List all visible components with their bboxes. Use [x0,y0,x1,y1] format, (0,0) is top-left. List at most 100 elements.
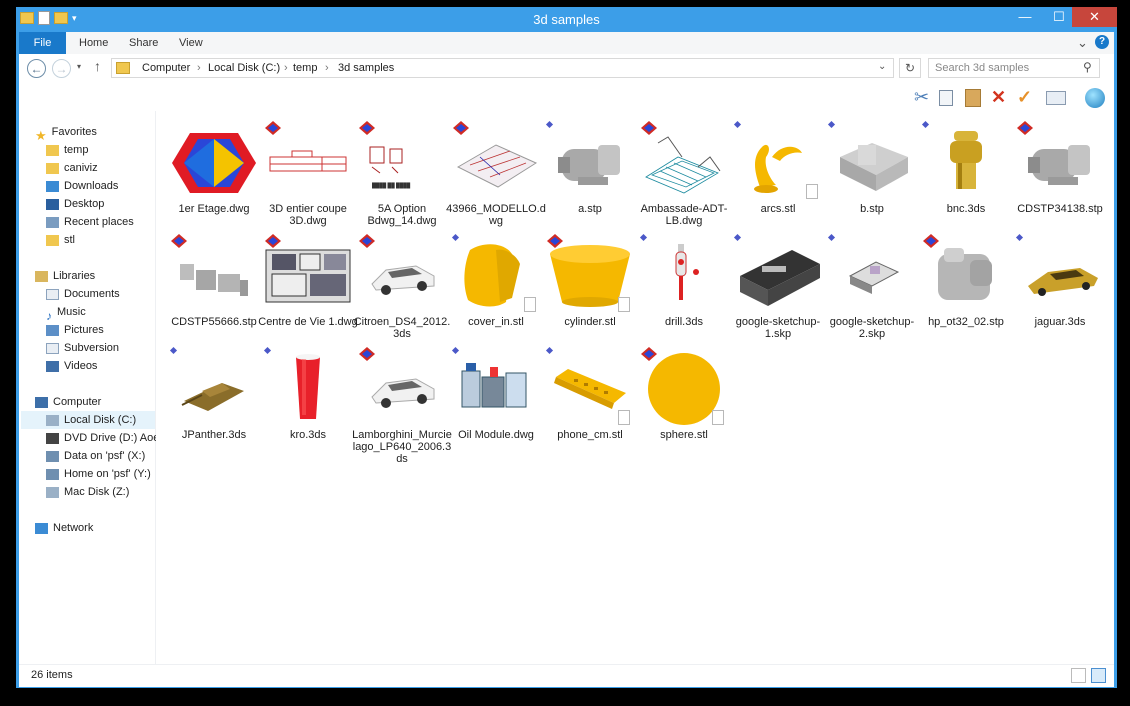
nav-temp[interactable]: temp [46,141,88,159]
nav-videos[interactable]: Videos [46,357,97,375]
file-item[interactable]: sphere.stl [638,345,730,453]
file-name: b.stp [860,203,884,215]
svg-text:████ ██ ████: ████ ██ ████ [372,182,411,189]
tab-home[interactable]: Home [79,32,108,54]
back-arrow-icon[interactable]: ← [27,59,46,78]
file-item[interactable]: phone_cm.stl [544,345,636,453]
close-button[interactable]: ✕ [1072,7,1117,27]
file-item[interactable]: google-sketchup-1.skp [732,232,824,340]
help-icon[interactable]: ? [1095,35,1109,49]
file-thumbnail [638,127,730,199]
refresh-icon[interactable]: ↻ [899,58,921,78]
ribbon-expand-icon[interactable]: ⌄ [1077,32,1088,54]
file-item[interactable]: 3D entier coupe 3D.dwg [262,119,354,227]
breadcrumb-separator: › [325,62,329,74]
globe-icon[interactable] [1085,88,1105,108]
nav-label: Data on 'psf' (X:) [64,450,146,462]
file-item[interactable]: arcs.stl [732,119,824,227]
file-item[interactable]: CDSTP55666.stp [168,232,260,340]
file-item[interactable]: jaguar.3ds [1014,232,1106,340]
large-icons-view-icon[interactable] [1091,668,1106,683]
file-item[interactable]: 43966_MODELLO.dwg [446,119,546,227]
recent-locations-icon[interactable]: ▾ [77,62,81,71]
nav-caniviz[interactable]: caniviz [46,159,98,177]
file-item[interactable]: Lamborghini_Murcielago_LP640_2006.3ds [352,345,452,465]
tab-view[interactable]: View [179,32,203,54]
copy-icon[interactable] [939,90,953,106]
file-item[interactable]: drill.3ds [638,232,730,340]
network-drive-icon [46,450,59,462]
file-item[interactable]: a.stp [544,119,636,227]
file-item[interactable]: JPanther.3ds [168,345,260,453]
file-item[interactable]: cylinder.stl [544,232,636,340]
nav-data-psf[interactable]: Data on 'psf' (X:) [46,447,145,465]
nav-recent-places[interactable]: Recent places [46,213,134,231]
file-name: sphere.stl [660,429,708,441]
nav-libraries[interactable]: Libraries [35,267,95,285]
file-name: arcs.stl [760,203,796,215]
file-name: phone_cm.stl [557,429,623,441]
nav-home-psf[interactable]: Home on 'psf' (Y:) [46,465,151,483]
breadcrumb-3d-samples[interactable]: 3d samples [338,62,394,74]
checkmark-icon[interactable]: ✓ [1017,87,1032,107]
file-item[interactable]: CDSTP34138.stp [1014,119,1106,227]
nav-subversion[interactable]: Subversion [46,339,119,357]
nav-desktop[interactable]: Desktop [46,195,104,213]
breadcrumb-computer[interactable]: Computer [142,62,190,74]
nav-network-label: Network [53,522,94,534]
paste-icon[interactable] [965,89,981,107]
up-arrow-icon[interactable]: ↑ [94,58,101,74]
file-item[interactable]: kro.3ds [262,345,354,453]
file-thumbnail [920,127,1012,199]
forward-arrow-icon[interactable]: → [52,59,71,78]
search-input[interactable]: Search 3d samples [928,58,1100,78]
file-thumbnail [826,240,918,312]
nav-label: Music [57,306,86,318]
file-name: google-sketchup-2.skp [829,316,915,340]
tab-file[interactable]: File [19,32,66,54]
search-icon[interactable]: ⚲ [1083,60,1092,74]
nav-music[interactable]: ♪ Music [46,303,86,323]
file-name: Citroen_DS4_2012.3ds [353,316,451,340]
network-icon [35,522,48,534]
file-thumbnail [356,240,448,312]
nav-favorites[interactable]: ★ Favorites [35,123,97,143]
nav-pictures[interactable]: Pictures [46,321,104,339]
nav-label: Desktop [64,198,105,210]
breadcrumb-local-disk[interactable]: Local Disk (C:) [208,62,280,74]
file-item[interactable]: hp_ot32_02.stp [920,232,1012,340]
folder-icon [46,144,59,156]
file-item[interactable]: Centre de Vie 1.dwg [258,232,358,340]
file-item[interactable]: b.stp [826,119,918,227]
nav-computer[interactable]: Computer [35,393,101,411]
file-item[interactable]: cover_in.stl [450,232,542,340]
rename-icon[interactable] [1046,91,1066,105]
file-item[interactable]: Oil Module.dwg [450,345,542,453]
tab-share[interactable]: Share [129,32,158,54]
breadcrumb-separator: › [284,62,288,74]
file-item[interactable]: Ambassade-ADT-LB.dwg [638,119,730,227]
file-item[interactable]: google-sketchup-2.skp [826,232,918,340]
address-input[interactable]: Computer › Local Disk (C:) › temp › 3d s… [111,58,894,78]
file-item[interactable]: bnc.3ds [920,119,1012,227]
maximize-button[interactable]: ☐ [1042,7,1076,27]
details-view-icon[interactable] [1071,668,1086,683]
file-item[interactable]: 1er Etage.dwg [168,119,260,227]
address-bar-row: ← → ▾ ↑ Computer › Local Disk (C:) › tem… [19,54,1114,85]
star-icon: ★ [35,127,47,143]
file-thumbnail [544,240,636,312]
breadcrumb-temp[interactable]: temp [293,62,317,74]
nav-dvd-drive[interactable]: DVD Drive (D:) Aoe [46,429,159,447]
minimize-button[interactable]: — [1008,7,1042,27]
cut-icon[interactable]: ✂ [914,87,929,107]
nav-mac-disk[interactable]: Mac Disk (Z:) [46,483,129,501]
nav-documents[interactable]: Documents [46,285,120,303]
nav-stl[interactable]: stl [46,231,75,249]
address-dropdown-icon[interactable]: ⌄ [878,61,886,72]
file-item[interactable]: Citroen_DS4_2012.3ds [354,232,450,340]
nav-local-disk[interactable]: Local Disk (C:) [21,411,155,429]
delete-icon[interactable]: ✕ [991,87,1006,107]
nav-downloads[interactable]: Downloads [46,177,118,195]
nav-network[interactable]: Network [35,519,93,537]
file-item[interactable]: ████ ██ ████ 5A Option Bdwg_14.dwg [356,119,448,227]
